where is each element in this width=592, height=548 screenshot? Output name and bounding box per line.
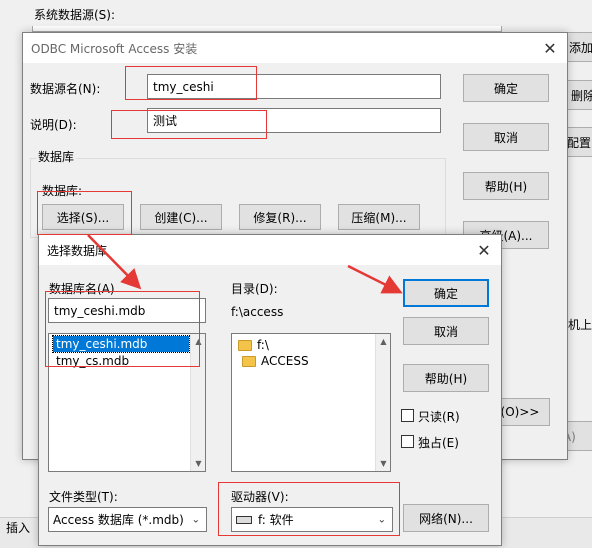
scroll-up-icon[interactable]: ▲ [191,334,205,349]
compact-database-button[interactable]: 压缩(M)... [338,204,420,230]
scroll-down-icon[interactable]: ▼ [376,456,390,471]
close-icon[interactable]: ✕ [473,239,495,261]
directory-path: f:\access [231,305,284,319]
select-db-cancel-button[interactable]: 取消 [403,317,489,345]
description-input[interactable]: 测试 [147,108,441,133]
database-name-label: 数据库名(A) [49,282,115,296]
open-folder-icon [238,340,252,351]
odbc-dialog-title: ODBC Microsoft Access 安装 [31,41,198,56]
directory-list-scrollbar[interactable]: ▲ ▼ [375,334,390,471]
chevron-down-icon[interactable]: ⌄ [378,514,386,525]
odbc-cancel-button[interactable]: 取消 [463,123,549,151]
select-db-title: 选择数据库 [47,243,108,258]
directory-label: 目录(D): [231,282,278,296]
file-list-item[interactable]: tmy_cs.mdb [53,353,189,369]
scroll-down-icon[interactable]: ▼ [191,456,205,471]
select-db-titlebar: 选择数据库 [39,235,501,265]
database-label: 数据库: [42,184,83,198]
directory-tree-list[interactable]: f:\ ACCESS ▲ ▼ [231,333,391,472]
chevron-down-icon[interactable]: ⌄ [192,514,200,525]
delete-button[interactable]: 删除 [566,80,592,110]
readonly-checkbox[interactable] [401,409,414,422]
directory-item-root[interactable]: f:\ [238,337,269,353]
database-name-input[interactable]: tmy_ceshi.mdb [48,298,206,323]
close-icon[interactable]: ✕ [539,37,561,59]
odbc-dialog-titlebar: ODBC Microsoft Access 安装 [23,33,567,63]
file-type-label: 文件类型(T): [49,490,118,504]
machine-text: 机上 [568,318,592,332]
open-folder-icon [242,356,256,367]
exclusive-checkbox[interactable] [401,435,414,448]
add-button[interactable]: 添加 [566,32,592,62]
database-file-list[interactable]: tmy_ceshi.mdb tmy_cs.mdb ▲ ▼ [48,333,206,472]
dsn-label: 数据源名(N): [30,82,101,96]
file-list-item-selected[interactable]: tmy_ceshi.mdb [52,335,190,353]
file-list-scrollbar[interactable]: ▲ ▼ [190,334,205,471]
drive-label: 驱动器(V): [231,490,289,504]
select-database-button[interactable]: 选择(S)... [42,204,124,230]
database-group-label: 数据库 [36,148,77,165]
odbc-ok-button[interactable]: 确定 [463,74,549,102]
exclusive-label[interactable]: 独占(E) [418,434,459,451]
directory-item-access[interactable]: ACCESS [242,353,309,369]
scroll-up-icon[interactable]: ▲ [376,334,390,349]
readonly-label[interactable]: 只读(R) [418,408,460,425]
network-button[interactable]: 网络(N)... [403,504,489,532]
create-database-button[interactable]: 创建(C)... [140,204,222,230]
odbc-help-button[interactable]: 帮助(H) [463,172,549,200]
repair-database-button[interactable]: 修复(R)... [239,204,321,230]
drive-select[interactable]: f: 软件 ⌄ [231,507,393,532]
system-data-source-label: 系统数据源(S): [34,8,116,22]
insert-status-text: 插入 [6,521,31,535]
select-db-ok-button[interactable]: 确定 [403,279,489,307]
dsn-input[interactable]: tmy_ceshi [147,74,441,99]
file-type-select[interactable]: Access 数据库 (*.mdb) ⌄ [48,507,207,532]
select-db-help-button[interactable]: 帮助(H) [403,364,489,392]
configure-button[interactable]: 配置 [566,127,592,157]
description-label: 说明(D): [30,118,77,132]
drive-icon [236,515,252,524]
